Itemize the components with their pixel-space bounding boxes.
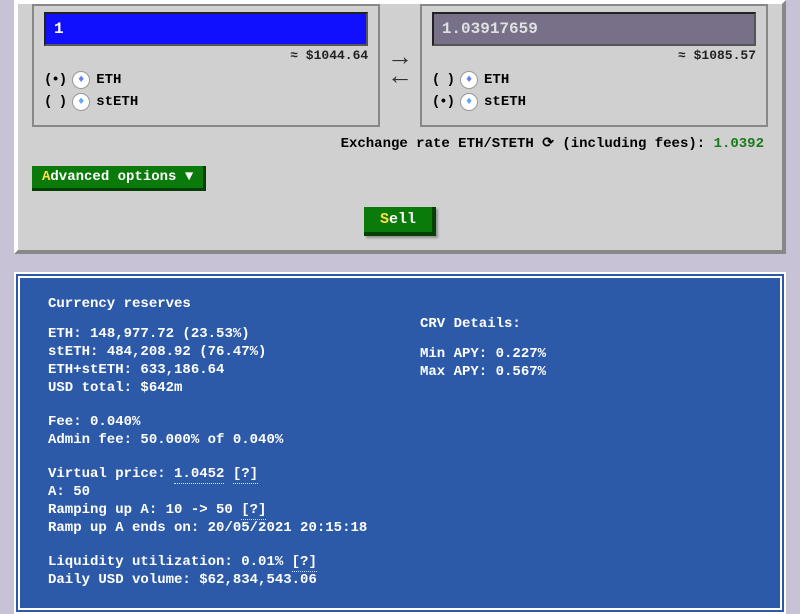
sum-value: 633,186.64 [140,362,224,378]
usd-total-label: USD total: [48,380,140,396]
steth-icon: ♦ [460,93,478,111]
radio-selected-icon: (•) [432,94,454,110]
ramp-a-value: 10 -> 50 [166,502,242,518]
max-apy-label: Max APY: [420,364,496,380]
daily-volume-value: $62,834,543.06 [199,572,317,588]
from-amount-input[interactable] [44,12,368,46]
to-usd-approx: ≈ $1085.57 [432,48,756,63]
reserves-column: Currency reserves ETH: 148,977.72 (23.53… [48,296,380,590]
to-token-eth[interactable]: ( ) ♦ ETH [432,71,756,89]
from-token-eth[interactable]: (•) ♦ ETH [44,71,368,89]
to-amount-output: 1.03917659 [432,12,756,46]
token-label: ETH [484,72,509,88]
eth-icon: ♦ [460,71,478,89]
from-token-steth[interactable]: ( ) ♦ stETH [44,93,368,111]
max-apy-value: 0.567% [496,364,546,380]
radio-unselected-icon: ( ) [44,94,66,110]
hotkey-letter: S [380,211,389,228]
sell-button[interactable]: Sell [364,207,436,236]
eth-value: 148,977.72 (23.53%) [90,326,250,342]
help-icon[interactable]: [?] [292,554,317,572]
eth-icon: ♦ [72,71,90,89]
liquidity-util-label: Liquidity utilization: [48,554,241,570]
to-token-steth[interactable]: (•) ♦ stETH [432,93,756,111]
crv-column: CRV Details: Min APY: 0.227% Max APY: 0.… [420,296,752,590]
steth-value: 484,208.92 (76.47%) [107,344,267,360]
swap-panel: ≈ $1044.64 (•) ♦ ETH ( ) ♦ stETH →← 1.03… [14,0,786,254]
token-label: ETH [96,72,121,88]
steth-label: stETH: [48,344,107,360]
ramp-end-label: Ramp up A ends on: [48,520,208,536]
sum-label: ETH+stETH: [48,362,140,378]
ramp-end-value: 20/05/2021 20:15:18 [208,520,368,536]
refresh-icon[interactable]: ⟳ [542,135,554,152]
token-label: stETH [484,94,526,110]
radio-unselected-icon: ( ) [432,72,454,88]
virtual-price-label: Virtual price: [48,466,174,482]
swap-direction-icon[interactable]: →← [392,45,408,85]
reserves-title: Currency reserves [48,296,380,312]
fee-value: 0.040% [90,414,140,430]
a-label: A: [48,484,73,500]
advanced-options-button[interactable]: Advanced options ▼ [32,166,206,191]
min-apy-value: 0.227% [496,346,546,362]
help-icon[interactable]: [?] [233,466,258,484]
eth-label: ETH: [48,326,90,342]
a-value: 50 [73,484,90,500]
liquidity-util-value: 0.01% [241,554,291,570]
reserves-panel: Currency reserves ETH: 148,977.72 (23.53… [14,272,786,614]
button-label-rest: dvanced options ▼ [50,169,193,185]
swap-to-box: 1.03917659 ≈ $1085.57 ( ) ♦ ETH (•) ♦ st… [420,4,768,127]
rate-value: 1.0392 [714,136,764,152]
token-label: stETH [96,94,138,110]
button-label-rest: ell [389,211,416,228]
daily-volume-label: Daily USD volume: [48,572,199,588]
swap-from-box: ≈ $1044.64 (•) ♦ ETH ( ) ♦ stETH [32,4,380,127]
admin-fee-value: 50.000% of 0.040% [140,432,283,448]
virtual-price-value: 1.0452 [174,466,224,484]
crv-title: CRV Details: [420,316,752,332]
ramp-a-label: Ramping up A: [48,502,166,518]
from-usd-approx: ≈ $1044.64 [44,48,368,63]
rate-suffix: (including fees): [554,136,714,152]
radio-selected-icon: (•) [44,72,66,88]
steth-icon: ♦ [72,93,90,111]
usd-total-value: $642m [140,380,182,396]
admin-fee-label: Admin fee: [48,432,140,448]
help-icon[interactable]: [?] [241,502,266,520]
min-apy-label: Min APY: [420,346,496,362]
rate-prefix: Exchange rate ETH/STETH [341,136,543,152]
fee-label: Fee: [48,414,90,430]
exchange-rate-line: Exchange rate ETH/STETH ⟳ (including fee… [32,135,764,152]
swap-row: ≈ $1044.64 (•) ♦ ETH ( ) ♦ stETH →← 1.03… [32,4,768,127]
